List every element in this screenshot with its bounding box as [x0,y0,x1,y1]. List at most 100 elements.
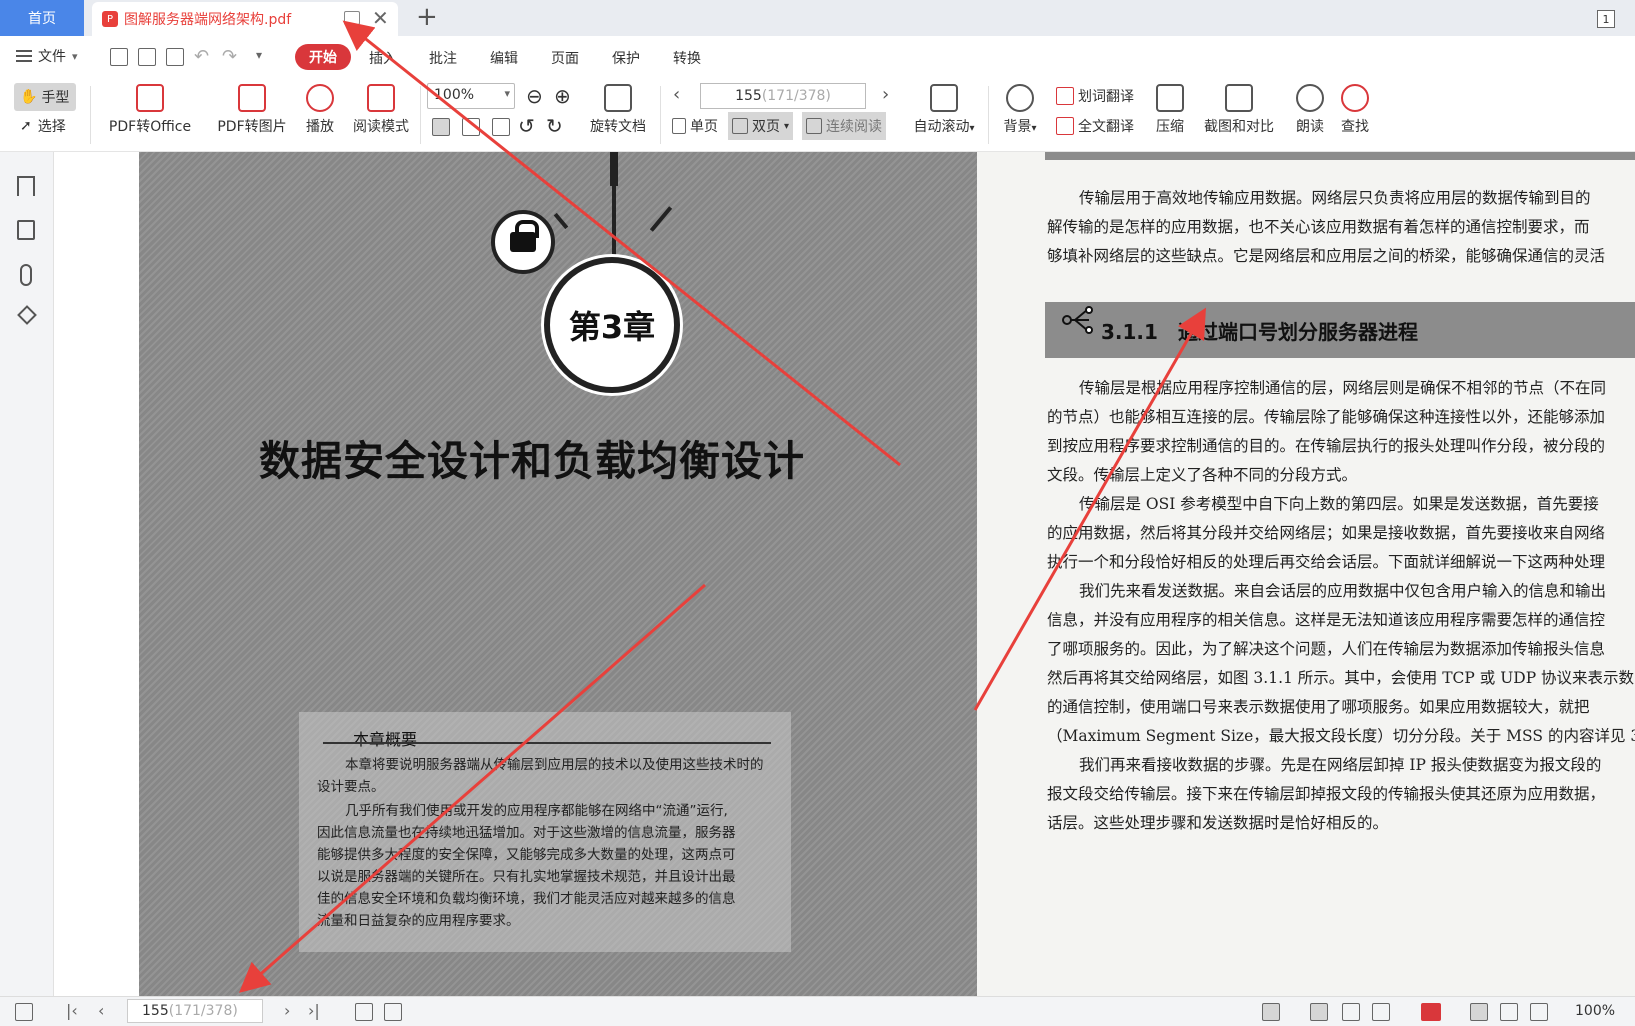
fit-width-icon[interactable] [1530,1003,1548,1021]
menu-edit[interactable]: 编辑 [490,48,518,68]
rotate-right-icon[interactable]: ↻ [546,114,563,138]
zoom-out-icon[interactable]: ⊖ [526,84,543,108]
auto-scroll-label: 自动滚动 [913,119,970,135]
rotate-document-button[interactable]: 旋转文档 [586,84,650,136]
menu-annotate[interactable]: 批注 [429,48,457,68]
word-translate-button[interactable]: 划词翻译 [1052,82,1138,110]
attachment-icon[interactable] [20,264,32,286]
compress-icon [1156,84,1184,112]
actual-size-icon[interactable] [1470,1003,1488,1021]
screenshot-compare-button[interactable]: 截图和对比 [1196,84,1282,136]
fit-page-icon[interactable] [462,118,480,136]
intro-line: 解传输的是怎样的应用数据，也不关心该应用数据有着怎样的通信控制要求，而 [1047,218,1590,236]
menu-insert[interactable]: 插入 [369,48,397,68]
background-button[interactable]: 背景▾ [998,84,1042,136]
next-page-icon[interactable]: › [284,1001,290,1020]
first-page-icon[interactable]: |‹ [66,1001,78,1020]
auto-scroll-button[interactable]: 自动滚动▾ [908,84,980,136]
tab-document-label: 图解服务器端网络架构.pdf [124,12,292,28]
menu-page[interactable]: 页面 [551,48,579,68]
menu-file[interactable]: 文件 ▾ [16,46,78,66]
overview-line: 能够提供多大程度的安全保障，又能够完成多大数量的处理，这两点可 [317,847,736,863]
tab-home[interactable]: 首页 [0,0,84,36]
full-translate-button[interactable]: 全文翻译 [1052,112,1138,140]
status-page-current: 155 [142,1003,169,1019]
prev-page-icon[interactable]: ‹ [98,1001,104,1020]
page-number-input[interactable]: 155 (171/378) [700,83,866,109]
pdf-to-office-button[interactable]: PDF转Office [102,84,198,136]
fit-page-icon[interactable] [1500,1003,1518,1021]
body-line: 了哪项服务的。因此，为了解决这个问题，人们在传输层为数据添加传输报头信息 [1047,640,1606,658]
status-page-input[interactable]: 155 (171/378) [127,999,263,1023]
forward-icon[interactable] [384,1003,402,1021]
sidebar-toggle-icon[interactable] [15,1003,33,1021]
next-page-icon[interactable]: › [882,84,889,105]
thumbnail-icon[interactable] [17,220,35,240]
prev-page-icon[interactable]: ‹ [673,84,680,105]
pdf-to-office-label: PDF转Office [108,119,192,135]
read-aloud-button[interactable]: 朗读 [1290,84,1330,136]
single-mode-icon[interactable] [1342,1003,1360,1021]
hand-tool-label: 手型 [41,90,70,106]
body-line: （Maximum Segment Size，最大报文段长度）切分分段。关于 MS… [1047,727,1635,745]
continuous-mode-icon[interactable] [1310,1003,1328,1021]
menu-convert[interactable]: 转换 [673,48,701,68]
undo-icon[interactable]: ↶ [194,46,209,67]
signature-icon[interactable] [17,305,37,325]
chapter-badge: 第3章 [544,257,680,393]
zoom-in-icon[interactable]: ⊕ [554,84,571,108]
redo-icon[interactable]: ↷ [222,46,237,67]
rotate-left-icon[interactable]: ↺ [518,114,535,138]
microphone-icon [1296,84,1324,112]
full-translate-label: 全文翻译 [1078,119,1134,135]
read-mode-label: 阅读模式 [353,119,409,135]
print-icon[interactable] [166,48,184,66]
fit-width-icon[interactable] [492,118,510,136]
pin-tab-icon[interactable] [344,11,360,25]
single-page-button[interactable]: 单页 [668,112,722,140]
translate-icon [1056,87,1074,105]
back-icon[interactable] [355,1003,373,1021]
overview-line: 因此信息流量也在持续地迅猛增加。对于这些激增的信息流量，服务器 [317,825,736,841]
tab-document[interactable]: P 图解服务器端网络架构.pdf ✕ [92,2,398,36]
double-page-button[interactable]: 双页 ▾ [728,112,794,140]
body-line: 报文段交给传输层。接下来在传输层卸掉报文段的传输报头使其还原为应用数据， [1047,785,1606,803]
word-translate-label: 划词翻译 [1078,89,1134,105]
hand-tool-button[interactable]: ✋ 手型 [14,83,76,111]
last-page-icon[interactable]: ›| [308,1001,320,1020]
new-tab-button[interactable]: + [416,2,438,32]
body-line: 然后再将其交给网络层，如图 3.1.1 所示。其中，会使用 TCP 或 UDP … [1047,669,1635,687]
continuous-read-icon [806,118,822,134]
select-tool-button[interactable]: ➚ 选择 [20,116,66,136]
eye-protection-icon[interactable] [1262,1003,1280,1021]
read-mode-button[interactable]: 阅读模式 [350,84,412,136]
status-zoom[interactable]: 100% [1575,1003,1615,1019]
play-icon[interactable] [1421,1003,1441,1021]
compress-button[interactable]: 压缩 [1150,84,1190,136]
find-button[interactable]: 查找 [1335,84,1375,136]
left-sidebar [0,152,54,996]
rotate-document-icon [604,84,632,112]
document-viewer[interactable]: 第3章 数据安全设计和负载均衡设计 本章概要 本章将要说明服务器端从传输层到应用… [54,152,1635,996]
continuous-read-button[interactable]: 连续阅读 [802,112,886,140]
zoom-select[interactable]: 100% [427,83,515,109]
window-count-badge[interactable]: 1 [1597,10,1615,28]
close-tab-icon[interactable]: ✕ [372,6,389,30]
double-page-icon [732,118,748,134]
pdf-to-image-label: PDF转图片 [217,119,287,135]
actual-size-icon[interactable] [432,118,450,136]
menu-start[interactable]: 开始 [295,44,351,70]
play-button[interactable]: 播放 [300,84,340,136]
overview-title: 本章概要 [353,730,418,749]
play-icon [306,84,334,112]
chevron-down-icon: ▾ [72,49,78,63]
customize-icon[interactable]: ▾ [256,48,262,62]
save-icon[interactable] [138,48,156,66]
chapter-number: 第3章 [568,308,656,346]
intro-line: 够填补网络层的这些缺点。它是网络层和应用层之间的桥梁，能够确保通信的灵活 [1047,247,1606,265]
pdf-to-image-button[interactable]: PDF转图片 [214,84,290,136]
double-mode-icon[interactable] [1372,1003,1390,1021]
menu-protect[interactable]: 保护 [612,48,640,68]
bookmark-icon[interactable] [17,176,35,196]
open-folder-icon[interactable] [110,48,128,66]
